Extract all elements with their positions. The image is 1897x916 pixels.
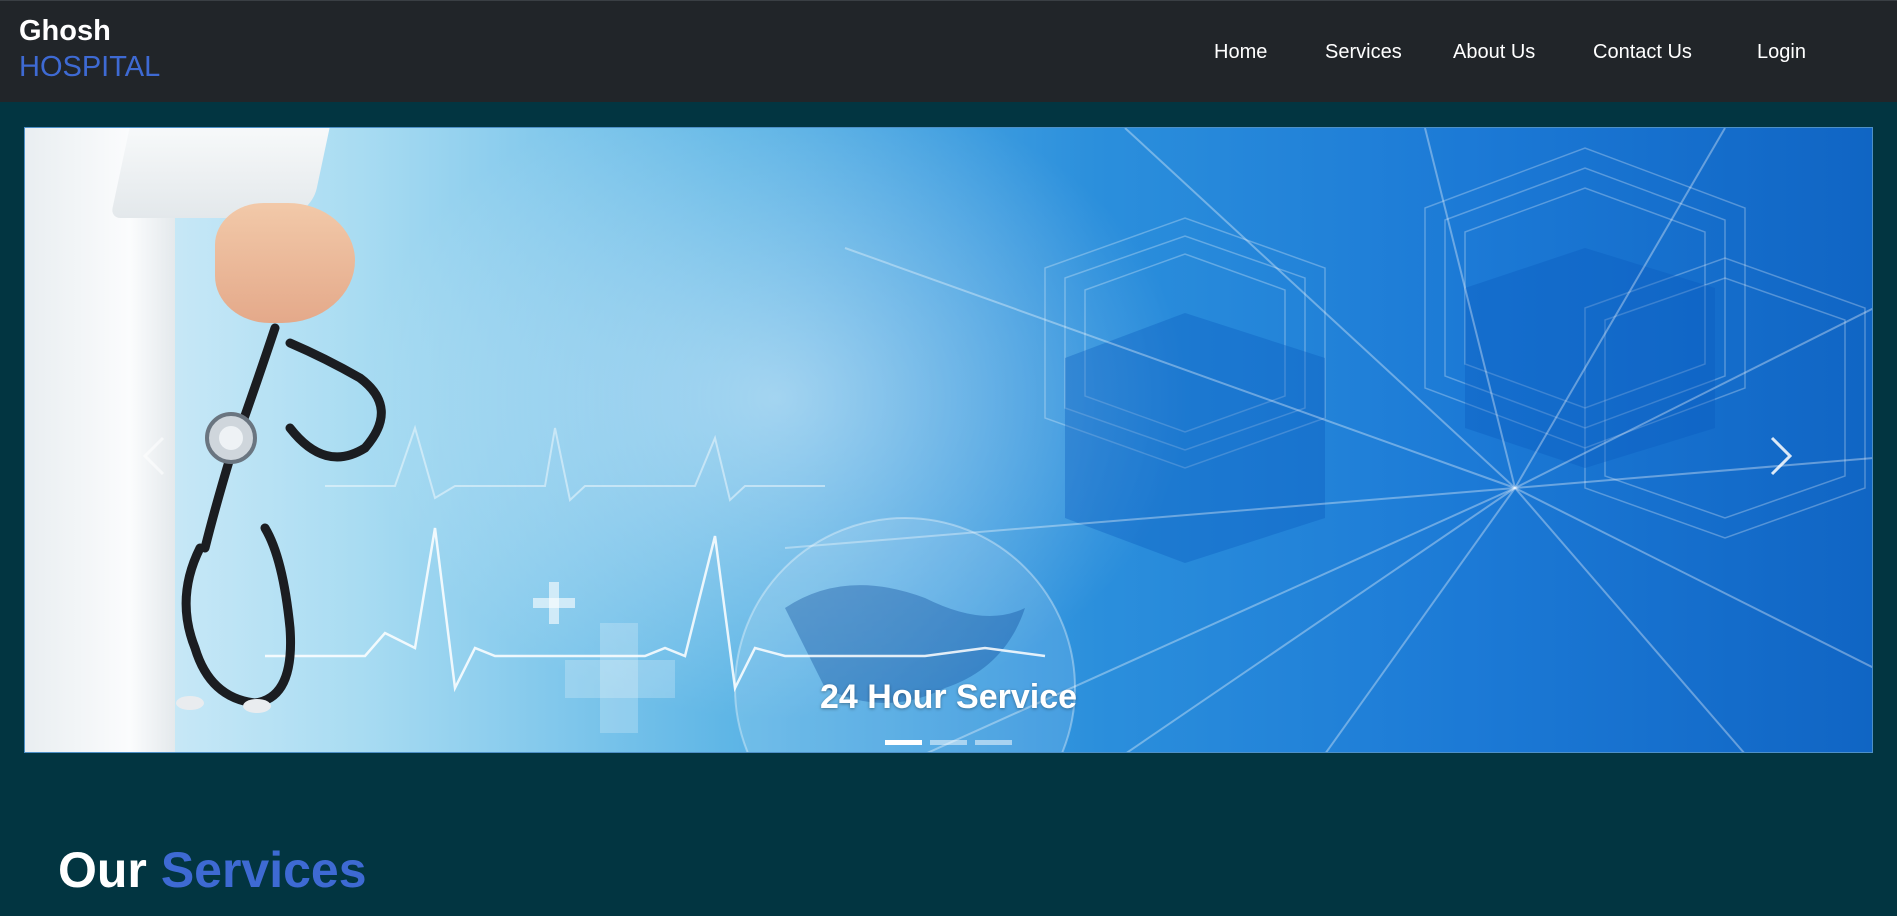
chevron-right-icon xyxy=(1770,436,1793,476)
nav-login-link[interactable]: Login xyxy=(1757,41,1806,64)
carousel-caption: 24 Hour Service xyxy=(819,678,1078,716)
carousel-indicator-2[interactable] xyxy=(930,740,967,745)
nav-contact-link[interactable]: Contact Us xyxy=(1593,41,1692,64)
nav-services-link[interactable]: Services xyxy=(1325,41,1402,64)
services-heading: Our Services xyxy=(58,838,367,902)
carousel-prev-button[interactable] xyxy=(125,426,185,486)
carousel-indicator-3[interactable] xyxy=(975,740,1012,745)
navbar: Ghosh HOSPITAL Home Services About Us Co… xyxy=(0,0,1897,102)
hero-carousel: 24 Hour Service xyxy=(24,127,1873,753)
nav-links: Home Services About Us Contact Us Login xyxy=(0,1,1897,102)
carousel-next-button[interactable] xyxy=(1750,426,1810,486)
services-heading-word1: Our xyxy=(58,842,147,898)
nav-about-link[interactable]: About Us xyxy=(1453,41,1535,64)
chevron-left-icon xyxy=(142,436,165,476)
nav-home-link[interactable]: Home xyxy=(1214,41,1267,64)
services-heading-word2: Services xyxy=(160,842,367,898)
carousel-indicator-1[interactable] xyxy=(885,740,922,745)
